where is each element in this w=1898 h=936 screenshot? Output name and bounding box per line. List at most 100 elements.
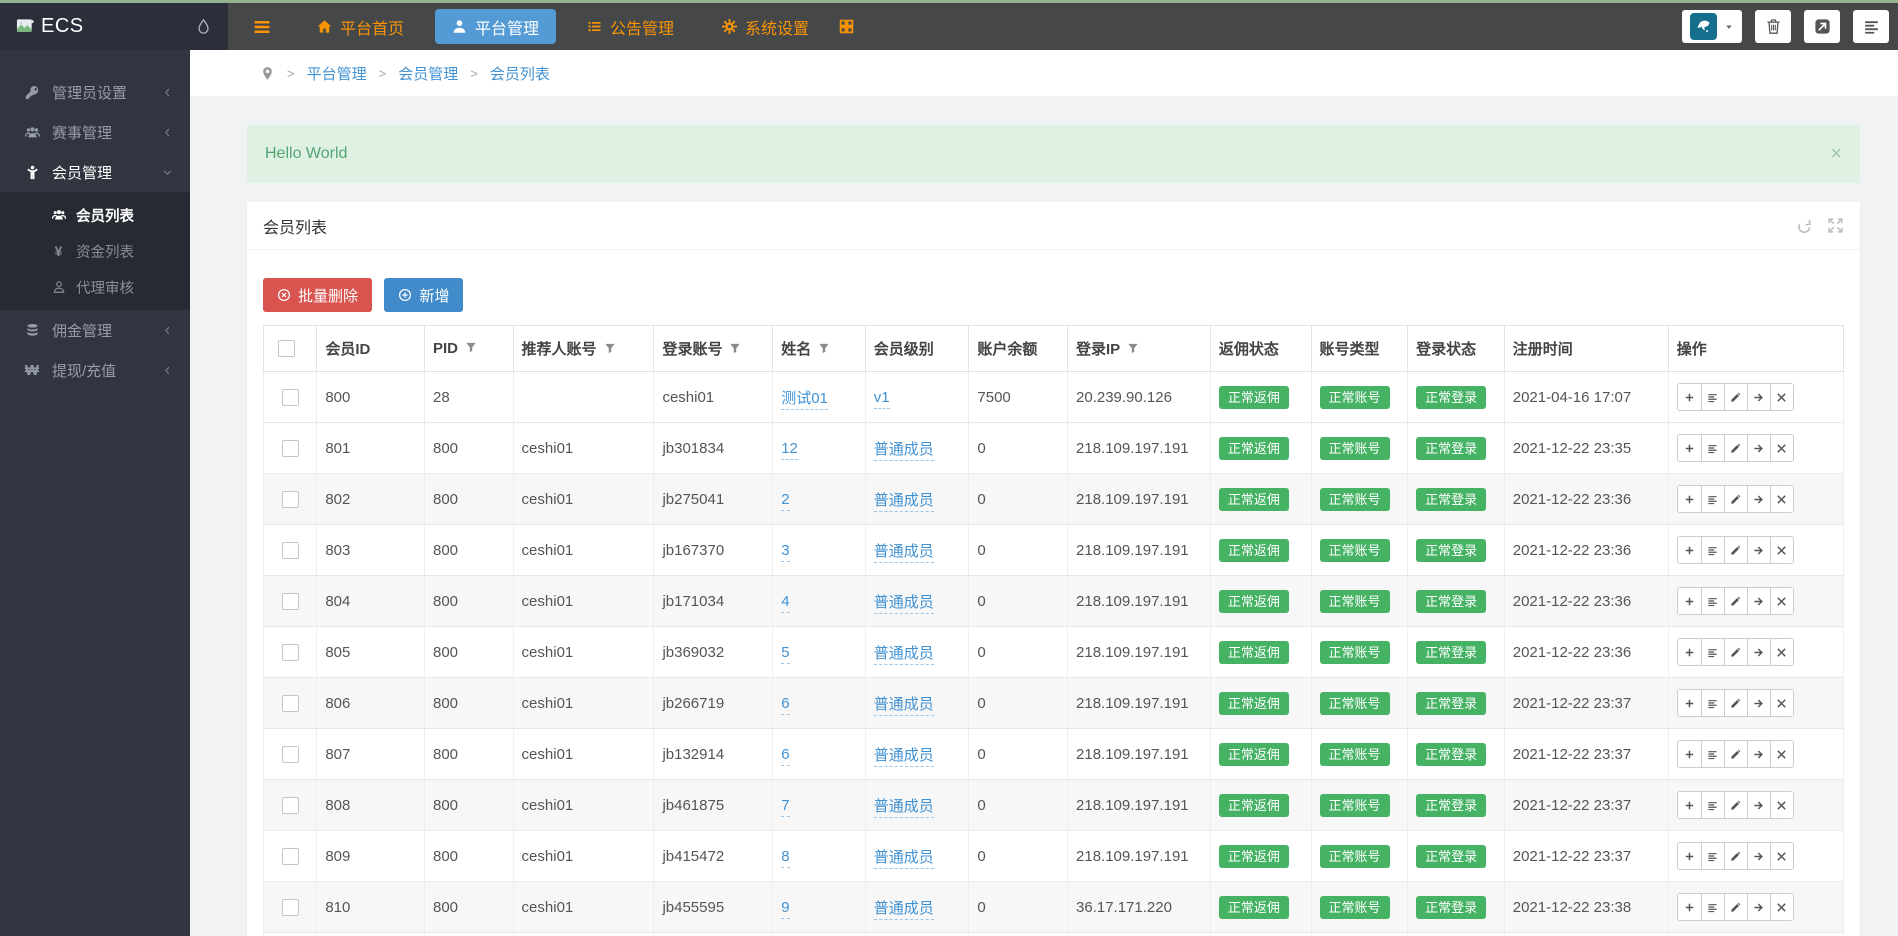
- row-checkbox[interactable]: [282, 695, 299, 712]
- row-checkbox[interactable]: [282, 593, 299, 610]
- row-edit-button[interactable]: [1724, 435, 1747, 461]
- row-delete-button[interactable]: [1770, 894, 1793, 920]
- trash-button[interactable]: [1755, 10, 1791, 43]
- row-delete-button[interactable]: [1770, 741, 1793, 767]
- row-transfer-button[interactable]: [1747, 792, 1770, 818]
- row-add-button[interactable]: [1678, 486, 1701, 512]
- grid-apps-icon[interactable]: [838, 18, 855, 35]
- row-edit-button[interactable]: [1724, 486, 1747, 512]
- tab-list[interactable]: 公告管理: [570, 9, 691, 44]
- name-link[interactable]: 2: [781, 491, 789, 511]
- row-transfer-button[interactable]: [1747, 741, 1770, 767]
- row-edit-button[interactable]: [1724, 843, 1747, 869]
- row-delete-button[interactable]: [1770, 792, 1793, 818]
- row-detail-button[interactable]: [1701, 639, 1724, 665]
- row-detail-button[interactable]: [1701, 792, 1724, 818]
- row-checkbox[interactable]: [282, 542, 299, 559]
- row-checkbox[interactable]: [282, 899, 299, 916]
- row-checkbox[interactable]: [282, 848, 299, 865]
- refresh-icon[interactable]: [1796, 217, 1813, 234]
- row-add-button[interactable]: [1678, 435, 1701, 461]
- sidebar-item[interactable]: 管理员设置: [0, 72, 190, 112]
- tab-home[interactable]: 平台首页: [300, 9, 421, 44]
- row-delete-button[interactable]: [1770, 435, 1793, 461]
- breadcrumb-link-members[interactable]: 会员管理: [398, 63, 458, 84]
- select-all-checkbox[interactable]: [278, 340, 295, 357]
- row-transfer-button[interactable]: [1747, 843, 1770, 869]
- external-link-button[interactable]: [1804, 10, 1840, 43]
- row-checkbox[interactable]: [282, 491, 299, 508]
- name-link[interactable]: 12: [781, 440, 798, 460]
- sidebar-subitem[interactable]: 会员列表: [0, 197, 190, 233]
- name-link[interactable]: 6: [781, 746, 789, 766]
- row-delete-button[interactable]: [1770, 588, 1793, 614]
- row-edit-button[interactable]: [1724, 741, 1747, 767]
- level-link[interactable]: 普通成员: [874, 441, 934, 461]
- sidebar-item[interactable]: 佣金管理: [0, 310, 190, 350]
- level-link[interactable]: 普通成员: [874, 645, 934, 665]
- tab-user[interactable]: 平台管理: [435, 9, 556, 44]
- row-edit-button[interactable]: [1724, 690, 1747, 716]
- row-detail-button[interactable]: [1701, 384, 1724, 410]
- row-edit-button[interactable]: [1724, 588, 1747, 614]
- row-checkbox[interactable]: [282, 644, 299, 661]
- row-transfer-button[interactable]: [1747, 435, 1770, 461]
- row-edit-button[interactable]: [1724, 537, 1747, 563]
- row-edit-button[interactable]: [1724, 894, 1747, 920]
- level-link[interactable]: 普通成员: [874, 900, 934, 920]
- level-link[interactable]: 普通成员: [874, 798, 934, 818]
- row-detail-button[interactable]: [1701, 588, 1724, 614]
- level-link[interactable]: v1: [874, 389, 890, 409]
- row-detail-button[interactable]: [1701, 894, 1724, 920]
- row-transfer-button[interactable]: [1747, 486, 1770, 512]
- row-add-button[interactable]: [1678, 741, 1701, 767]
- breadcrumb-link-platform[interactable]: 平台管理: [307, 63, 367, 84]
- breadcrumb-link-member-list[interactable]: 会员列表: [490, 63, 550, 84]
- tab-gear[interactable]: 系统设置: [705, 9, 826, 44]
- name-link[interactable]: 3: [781, 542, 789, 562]
- sidebar-subitem[interactable]: ¥资金列表: [0, 233, 190, 269]
- row-add-button[interactable]: [1678, 690, 1701, 716]
- row-checkbox[interactable]: [282, 746, 299, 763]
- name-link[interactable]: 6: [781, 695, 789, 715]
- sidebar-item[interactable]: ₩提现/充值: [0, 350, 190, 390]
- row-add-button[interactable]: [1678, 894, 1701, 920]
- row-transfer-button[interactable]: [1747, 639, 1770, 665]
- row-transfer-button[interactable]: [1747, 384, 1770, 410]
- name-link[interactable]: 测试01: [781, 390, 828, 410]
- row-add-button[interactable]: [1678, 843, 1701, 869]
- sidebar-subitem[interactable]: 代理审核: [0, 269, 190, 305]
- row-delete-button[interactable]: [1770, 384, 1793, 410]
- alert-close-icon[interactable]: ×: [1830, 143, 1842, 166]
- list-lines-button[interactable]: [1853, 10, 1889, 43]
- level-link[interactable]: 普通成员: [874, 849, 934, 869]
- level-link[interactable]: 普通成员: [874, 747, 934, 767]
- row-transfer-button[interactable]: [1747, 537, 1770, 563]
- name-link[interactable]: 4: [781, 593, 789, 613]
- name-link[interactable]: 7: [781, 797, 789, 817]
- sidebar-item[interactable]: 会员管理: [0, 152, 190, 192]
- level-link[interactable]: 普通成员: [874, 492, 934, 512]
- row-checkbox[interactable]: [282, 440, 299, 457]
- row-detail-button[interactable]: [1701, 843, 1724, 869]
- level-link[interactable]: 普通成员: [874, 594, 934, 614]
- row-transfer-button[interactable]: [1747, 588, 1770, 614]
- add-button[interactable]: 新增: [384, 278, 463, 312]
- dolphin-extension-button[interactable]: [1682, 10, 1742, 43]
- row-edit-button[interactable]: [1724, 639, 1747, 665]
- expand-fullscreen-icon[interactable]: [1827, 217, 1844, 234]
- row-delete-button[interactable]: [1770, 690, 1793, 716]
- level-link[interactable]: 普通成员: [874, 696, 934, 716]
- row-add-button[interactable]: [1678, 792, 1701, 818]
- row-detail-button[interactable]: [1701, 486, 1724, 512]
- row-checkbox[interactable]: [282, 389, 299, 406]
- row-add-button[interactable]: [1678, 537, 1701, 563]
- batch-delete-button[interactable]: 批量删除: [263, 278, 372, 312]
- row-delete-button[interactable]: [1770, 486, 1793, 512]
- name-link[interactable]: 5: [781, 644, 789, 664]
- row-edit-button[interactable]: [1724, 792, 1747, 818]
- row-transfer-button[interactable]: [1747, 690, 1770, 716]
- name-link[interactable]: 9: [781, 899, 789, 919]
- row-detail-button[interactable]: [1701, 435, 1724, 461]
- row-detail-button[interactable]: [1701, 690, 1724, 716]
